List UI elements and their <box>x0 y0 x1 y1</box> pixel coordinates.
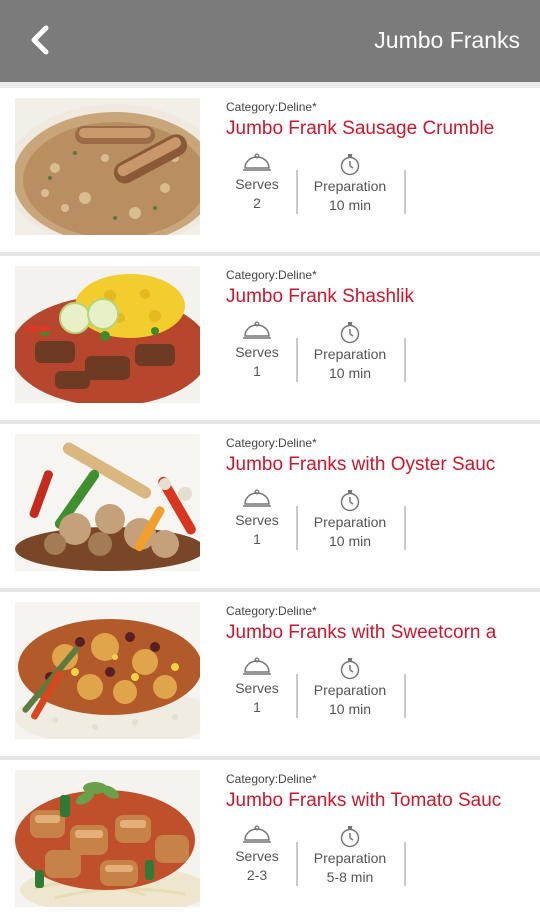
prep-label: Preparation <box>313 682 387 698</box>
recipe-meta: Serves 1 Preparation 10 min <box>226 656 416 730</box>
prep-info: Preparation 5-8 min <box>304 824 396 885</box>
serves-info: Serves 1 <box>226 656 288 715</box>
stopwatch-icon <box>340 490 360 512</box>
page-title: Jumbo Franks <box>374 27 520 53</box>
prep-label: Preparation <box>313 850 387 866</box>
recipe-meta: Serves 2 Preparation 10 min <box>226 152 416 226</box>
serves-info: Serves 2 <box>226 152 288 211</box>
prep-info: Preparation 10 min <box>304 488 396 549</box>
recipe-category: Category:Deline* <box>226 100 317 114</box>
cloche-icon <box>243 489 271 507</box>
cloche-icon <box>243 657 271 675</box>
prep-label: Preparation <box>313 514 387 530</box>
prep-label: Preparation <box>313 178 387 194</box>
recipe-item[interactable]: Category:Deline* Jumbo Frank Sausage Cru… <box>0 88 540 252</box>
recipe-photo <box>15 98 200 235</box>
recipe-item[interactable]: Category:Deline* Jumbo Frank Shashlik Se… <box>0 256 540 420</box>
recipe-photo <box>15 434 200 571</box>
serves-info: Serves 1 <box>226 320 288 379</box>
prep-info: Preparation 10 min <box>304 152 396 213</box>
recipe-item[interactable]: Category:Deline* Jumbo Franks with Oyste… <box>0 424 540 588</box>
prep-value: 10 min <box>328 701 372 717</box>
divider <box>404 338 406 382</box>
divider <box>296 338 298 382</box>
recipe-meta: Serves 1 Preparation 10 min <box>226 488 416 562</box>
recipe-category: Category:Deline* <box>226 772 317 786</box>
serves-label: Serves <box>235 344 279 360</box>
serves-label: Serves <box>235 512 279 528</box>
stopwatch-icon <box>340 826 360 848</box>
recipe-item[interactable]: Category:Deline* Jumbo Franks with Tomat… <box>0 760 540 924</box>
prep-label: Preparation <box>313 346 387 362</box>
recipe-photo <box>15 602 200 739</box>
serves-label: Serves <box>235 176 279 192</box>
prep-value: 5-8 min <box>326 869 374 885</box>
serves-value: 2 <box>253 195 261 211</box>
serves-value: 1 <box>253 699 261 715</box>
recipe-category: Category:Deline* <box>226 436 317 450</box>
prep-value: 10 min <box>328 197 372 213</box>
serves-value: 1 <box>253 531 261 547</box>
stopwatch-icon <box>340 658 360 680</box>
back-button[interactable] <box>22 20 62 60</box>
serves-info: Serves 1 <box>226 488 288 547</box>
recipe-name[interactable]: Jumbo Franks with Oyster Sauc <box>226 454 540 476</box>
divider <box>296 674 298 718</box>
recipe-category: Category:Deline* <box>226 268 317 282</box>
divider <box>404 170 406 214</box>
serves-value: 1 <box>253 363 261 379</box>
recipe-category: Category:Deline* <box>226 604 317 618</box>
recipe-meta: Serves 1 Preparation 10 min <box>226 320 416 394</box>
cloche-icon <box>243 321 271 339</box>
recipe-name[interactable]: Jumbo Franks with Tomato Sauc <box>226 790 540 812</box>
recipe-item[interactable]: Category:Deline* Jumbo Franks with Sweet… <box>0 592 540 756</box>
prep-value: 10 min <box>328 533 372 549</box>
cloche-icon <box>243 825 271 843</box>
stopwatch-icon <box>340 154 360 176</box>
chevron-left-icon <box>31 25 49 55</box>
serves-label: Serves <box>235 680 279 696</box>
stopwatch-icon <box>340 322 360 344</box>
prep-value: 10 min <box>328 365 372 381</box>
divider <box>404 842 406 886</box>
divider <box>404 674 406 718</box>
serves-info: Serves 2-3 <box>226 824 288 883</box>
divider <box>296 842 298 886</box>
cloche-icon <box>243 153 271 171</box>
prep-info: Preparation 10 min <box>304 656 396 717</box>
divider <box>296 506 298 550</box>
top-bar: Jumbo Franks <box>0 0 540 82</box>
prep-info: Preparation 10 min <box>304 320 396 381</box>
recipe-photo <box>15 770 200 907</box>
serves-value: 2-3 <box>246 867 268 883</box>
serves-label: Serves <box>235 848 279 864</box>
recipe-meta: Serves 2-3 Preparation 5-8 min <box>226 824 416 898</box>
recipe-name[interactable]: Jumbo Frank Sausage Crumble <box>226 118 540 140</box>
recipe-name[interactable]: Jumbo Franks with Sweetcorn a <box>226 622 540 644</box>
divider <box>404 506 406 550</box>
recipe-photo <box>15 266 200 403</box>
divider <box>296 170 298 214</box>
recipe-name[interactable]: Jumbo Frank Shashlik <box>226 286 540 308</box>
